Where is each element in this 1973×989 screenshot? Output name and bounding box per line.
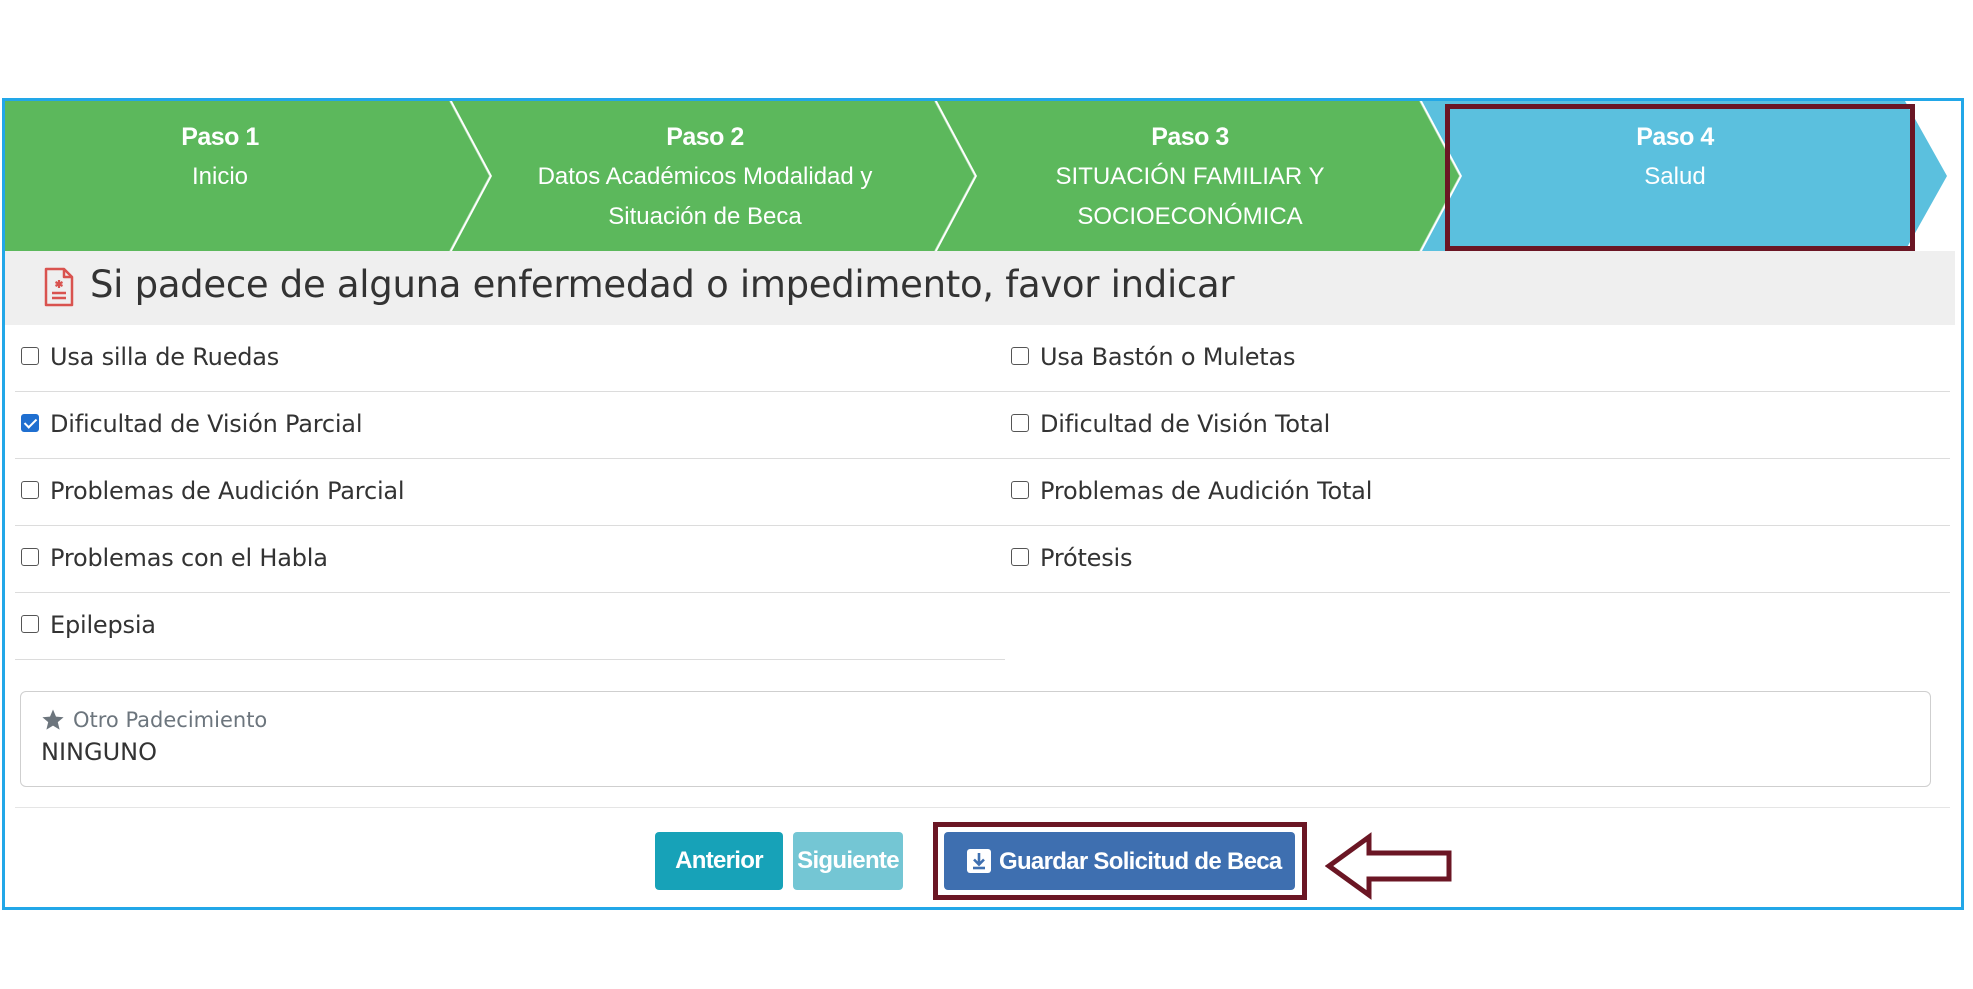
step-1-label: Inicio [191, 163, 249, 190]
other-condition-field[interactable]: Otro Padecimiento [20, 691, 1931, 787]
star-icon [41, 708, 65, 737]
checkbox-total-vision[interactable] [1011, 414, 1029, 432]
left-arrow-icon [1324, 831, 1455, 906]
checkbox-label[interactable]: Dificultad de Visión Parcial [50, 410, 362, 438]
condition-row: Usa Bastón o Muletas [1005, 325, 1950, 392]
step-4-highlight-box [1445, 104, 1915, 251]
condition-row: Problemas de Audición Total [1005, 459, 1950, 526]
step-3-label-line-1: SITUACIÓN FAMILIAR Y [1055, 163, 1325, 190]
divider [15, 807, 1950, 808]
step-2[interactable]: Paso 2 Datos Académicos Modalidad y Situ… [475, 117, 935, 237]
checkbox-speech[interactable] [21, 548, 39, 566]
condition-row: Problemas con el Habla [15, 526, 1005, 593]
step-2-label-line-2: Situación de Beca [608, 203, 802, 230]
previous-button[interactable]: Anterior [655, 832, 783, 890]
condition-row: Usa silla de Ruedas [15, 325, 1005, 392]
checkbox-label[interactable]: Usa Bastón o Muletas [1040, 343, 1296, 371]
step-2-label-line-1: Datos Académicos Modalidad y [537, 163, 873, 190]
step-2-title: Paso 2 [666, 123, 744, 151]
condition-row: Prótesis [1005, 526, 1950, 593]
checkbox-label[interactable]: Epilepsia [50, 611, 156, 639]
save-button-highlight-box [933, 822, 1307, 900]
checkbox-prosthesis[interactable] [1011, 548, 1029, 566]
checkbox-wheelchair[interactable] [21, 347, 39, 365]
condition-row: Dificultad de Visión Total [1005, 392, 1950, 459]
checkbox-partial-hearing[interactable] [21, 481, 39, 499]
section-header: Si padece de alguna enfermedad o impedim… [5, 251, 1955, 325]
step-3-label-line-2: SOCIOECONÓMICA [1077, 203, 1303, 230]
step-3-title: Paso 3 [1151, 123, 1229, 151]
condition-row: Dificultad de Visión Parcial [15, 392, 1005, 459]
wizard-steps: Paso 1 Inicio Paso 2 Datos Académicos Mo… [5, 101, 1961, 251]
checkbox-epilepsy[interactable] [21, 615, 39, 633]
next-button[interactable]: Siguiente [793, 832, 903, 890]
checkbox-cane-crutches[interactable] [1011, 347, 1029, 365]
medical-document-icon [43, 267, 75, 312]
checkbox-partial-vision[interactable] [21, 414, 39, 432]
step-1-title: Paso 1 [181, 123, 259, 151]
checkbox-label[interactable]: Dificultad de Visión Total [1040, 410, 1330, 438]
application-form: Paso 1 Inicio Paso 2 Datos Académicos Mo… [2, 98, 1964, 910]
checkbox-label[interactable]: Prótesis [1040, 544, 1133, 572]
checkbox-label[interactable]: Problemas con el Habla [50, 544, 328, 572]
checkbox-label[interactable]: Problemas de Audición Parcial [50, 477, 405, 505]
condition-row: Problemas de Audición Parcial [15, 459, 1005, 526]
other-condition-input[interactable] [41, 738, 1241, 766]
step-1[interactable]: Paso 1 Inicio [5, 117, 435, 237]
checkbox-total-hearing[interactable] [1011, 481, 1029, 499]
other-condition-label: Otro Padecimiento [73, 708, 268, 732]
section-title: Si padece de alguna enfermedad o impedim… [90, 263, 1235, 306]
step-3[interactable]: Paso 3 SITUACIÓN FAMILIAR Y SOCIOECONÓMI… [960, 117, 1420, 237]
checkbox-label[interactable]: Problemas de Audición Total [1040, 477, 1372, 505]
checkbox-label[interactable]: Usa silla de Ruedas [50, 343, 279, 371]
condition-row: Epilepsia [15, 593, 1005, 660]
